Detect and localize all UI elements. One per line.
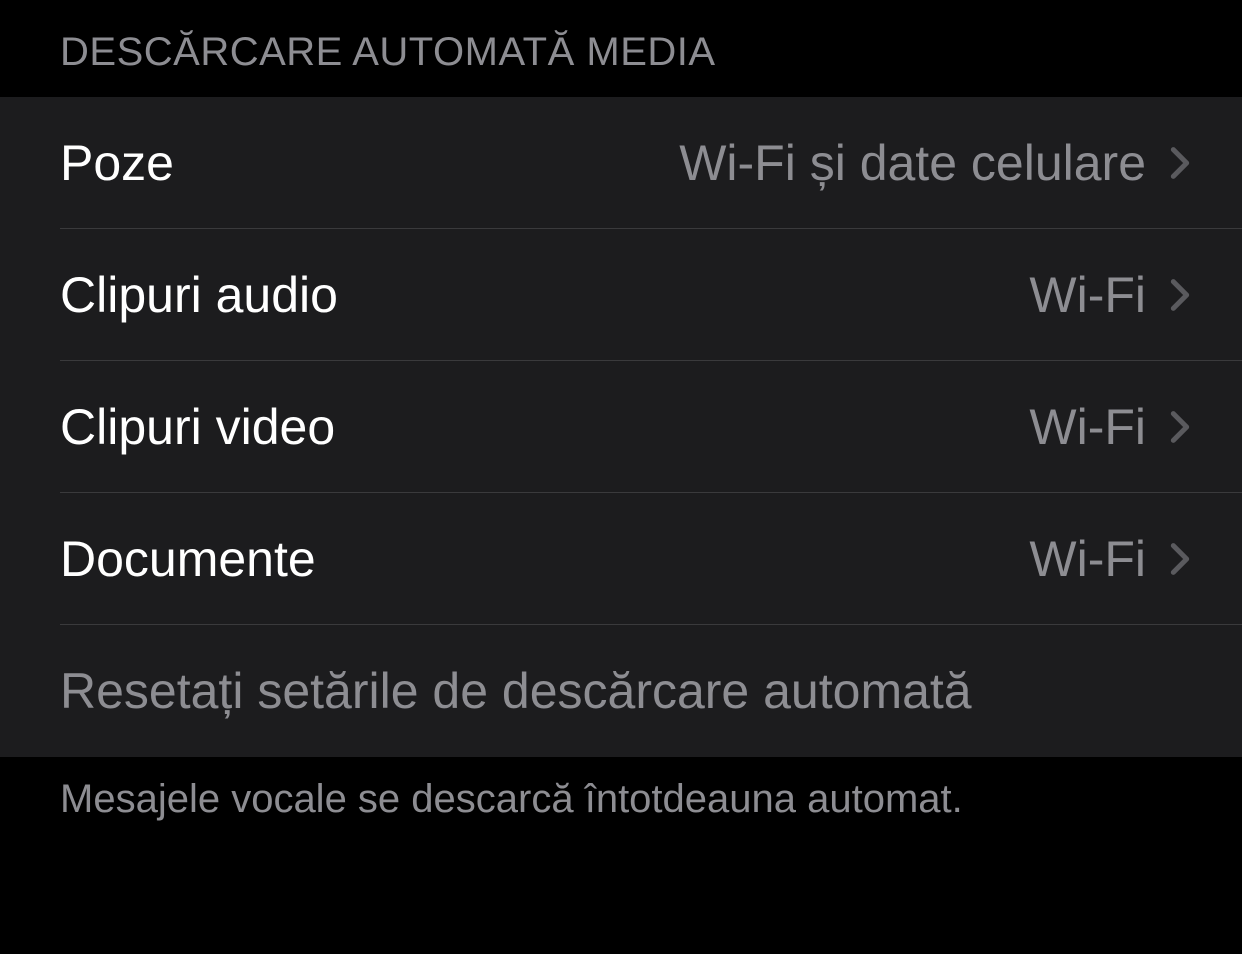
row-value-photos: Wi-Fi și date celulare	[679, 134, 1146, 192]
settings-row-documents[interactable]: Documente Wi-Fi	[0, 493, 1242, 625]
section-footer: Mesajele vocale se descarcă întotdeauna …	[0, 757, 1242, 822]
row-label-audio: Clipuri audio	[60, 266, 338, 324]
row-value-wrap: Wi-Fi	[1029, 266, 1194, 324]
chevron-right-icon	[1166, 537, 1194, 581]
settings-row-audio[interactable]: Clipuri audio Wi-Fi	[0, 229, 1242, 361]
reset-label: Resetați setările de descărcare automată	[60, 662, 972, 720]
reset-auto-download-button[interactable]: Resetați setările de descărcare automată	[0, 625, 1242, 757]
settings-row-video[interactable]: Clipuri video Wi-Fi	[0, 361, 1242, 493]
row-value-wrap: Wi-Fi și date celulare	[679, 134, 1194, 192]
chevron-right-icon	[1166, 141, 1194, 185]
row-label-photos: Poze	[60, 134, 174, 192]
settings-row-photos[interactable]: Poze Wi-Fi și date celulare	[0, 97, 1242, 229]
chevron-right-icon	[1166, 405, 1194, 449]
section-header: DESCĂRCARE AUTOMATĂ MEDIA	[0, 0, 1242, 97]
row-label-documents: Documente	[60, 530, 316, 588]
separator	[60, 624, 1242, 625]
row-value-audio: Wi-Fi	[1029, 266, 1146, 324]
row-value-documents: Wi-Fi	[1029, 530, 1146, 588]
chevron-right-icon	[1166, 273, 1194, 317]
row-value-wrap: Wi-Fi	[1029, 398, 1194, 456]
row-value-wrap: Wi-Fi	[1029, 530, 1194, 588]
settings-group: Poze Wi-Fi și date celulare Clipuri audi…	[0, 97, 1242, 757]
row-value-video: Wi-Fi	[1029, 398, 1146, 456]
row-label-video: Clipuri video	[60, 398, 335, 456]
